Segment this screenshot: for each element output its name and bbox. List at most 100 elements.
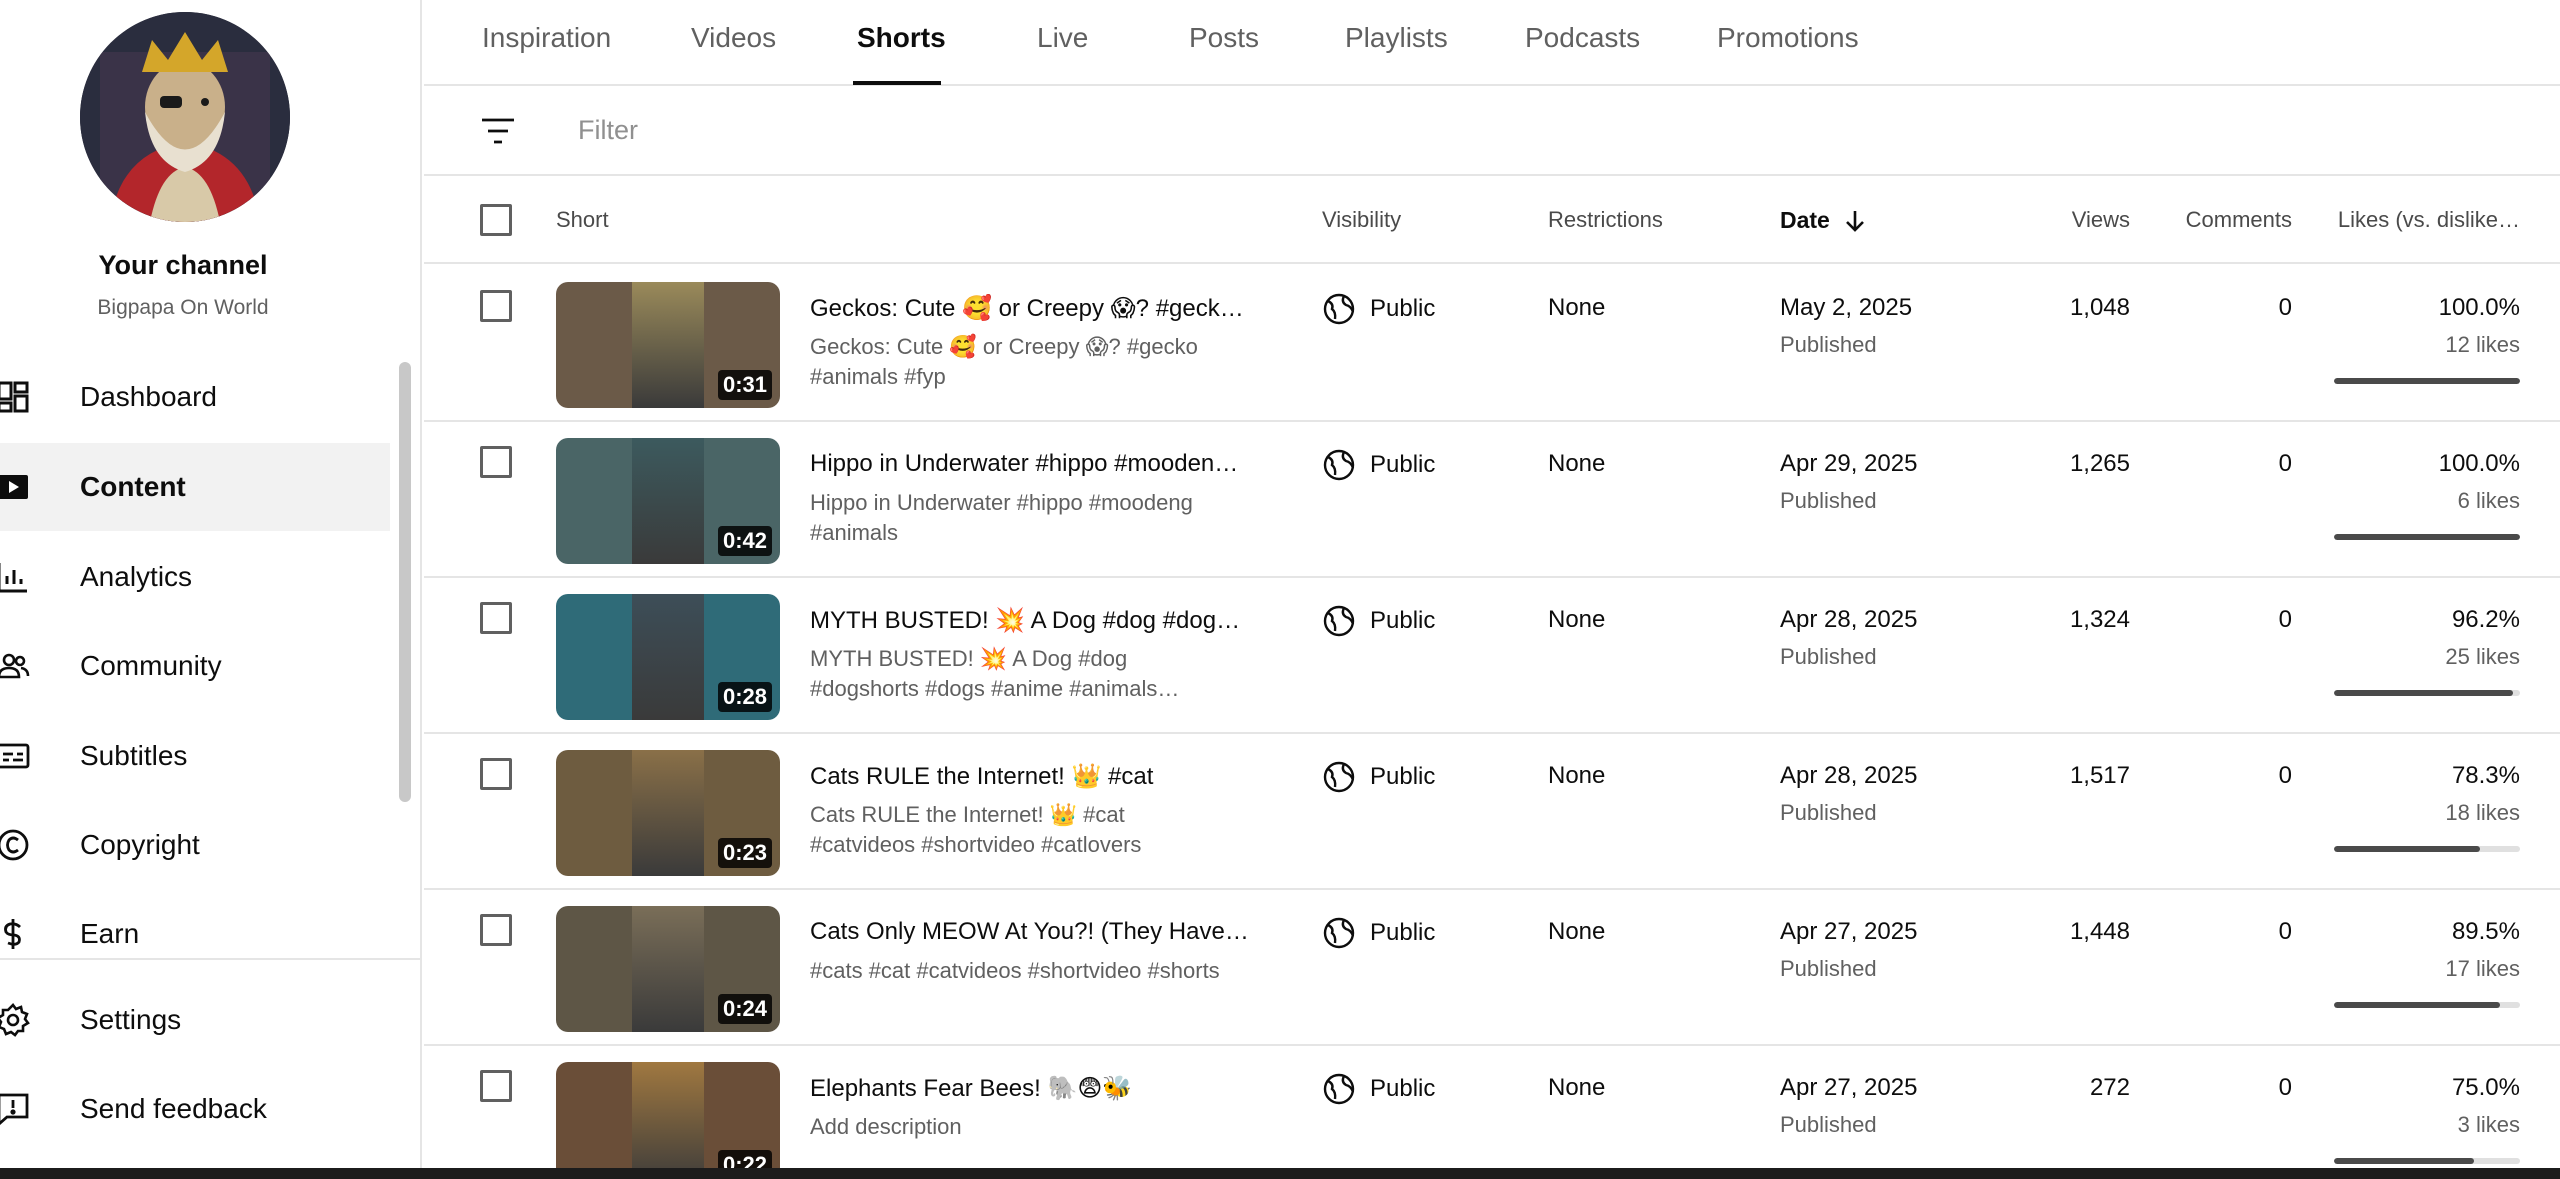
views-cell: 1,448 <box>2069 918 2130 945</box>
row-checkbox[interactable] <box>480 290 512 322</box>
likes-ratio-bar <box>2334 846 2520 852</box>
views-cell: 272 <box>2089 1074 2130 1101</box>
row-checkbox[interactable] <box>480 914 512 946</box>
tab-posts[interactable]: Posts <box>1189 22 1259 54</box>
visibility-cell[interactable]: Public <box>1322 292 1435 326</box>
row-checkbox[interactable] <box>480 1070 512 1102</box>
nav-label: Settings <box>80 1004 182 1035</box>
comments-cell: 0 <box>2278 918 2292 945</box>
tab-playlists[interactable]: Playlists <box>1345 22 1448 54</box>
table-row[interactable]: 0:24 Cats Only MEOW At You?! (They Have … <box>424 890 2560 1046</box>
short-title[interactable]: Geckos: Cute 🥰 or Creepy 😱? #geck… <box>810 294 1250 323</box>
likes-ratio-fill <box>2334 378 2520 384</box>
likes-percentage: 100.0% <box>2438 450 2520 477</box>
nav-label: Subtitles <box>80 740 188 771</box>
table-row[interactable]: 0:23 Cats RULE the Internet! 👑 #cat Cats… <box>424 734 2560 890</box>
nav-item-copyright[interactable]: Copyright <box>0 801 390 889</box>
short-description: Cats RULE the Internet! 👑 #cat #catvideo… <box>810 802 1142 857</box>
column-header-likes[interactable]: Likes (vs. dislike… <box>2338 207 2520 233</box>
column-header-restrictions: Restrictions <box>1548 207 1663 232</box>
tab-podcasts[interactable]: Podcasts <box>1525 22 1640 54</box>
filter-input[interactable] <box>578 110 1178 150</box>
likes-count: 12 likes <box>2445 332 2520 357</box>
nav-item-dashboard[interactable]: Dashboard <box>0 353 390 441</box>
nav-item-subtitles[interactable]: Subtitles <box>0 712 390 800</box>
row-checkbox[interactable] <box>480 446 512 478</box>
short-description: Hippo in Underwater #hippo #moodeng #ani… <box>810 490 1193 545</box>
table-row[interactable]: 0:42 Hippo in Underwater #hippo #mooden…… <box>424 422 2560 578</box>
globe-icon <box>1323 917 1355 949</box>
select-all-checkbox[interactable] <box>480 204 512 236</box>
visibility-cell[interactable]: Public <box>1322 604 1435 638</box>
visibility-cell[interactable]: Public <box>1322 448 1435 482</box>
short-thumbnail[interactable]: 0:24 <box>556 906 780 1032</box>
publish-status: Published <box>1780 1112 1877 1137</box>
visibility-label: Public <box>1370 1075 1436 1102</box>
channel-avatar[interactable] <box>80 12 290 222</box>
column-header-date[interactable]: Date <box>1780 207 1866 234</box>
views-cell: 1,517 <box>2069 762 2130 789</box>
date-cell: Apr 28, 2025 <box>1780 762 1918 789</box>
publish-status: Published <box>1780 644 1877 669</box>
views-cell: 1,048 <box>2069 294 2130 321</box>
short-thumbnail[interactable]: 0:42 <box>556 438 780 564</box>
short-title[interactable]: MYTH BUSTED! 💥 A Dog #dog #dogs… <box>810 606 1250 635</box>
table-row[interactable]: 0:22 Elephants Fear Bees! 🐘😨🐝 Add descri… <box>424 1046 2560 1179</box>
short-description: MYTH BUSTED! 💥 A Dog #dog #dogshorts #do… <box>810 646 1180 701</box>
tab-videos[interactable]: Videos <box>691 22 776 54</box>
likes-percentage: 96.2% <box>2451 606 2520 633</box>
tab-inspiration[interactable]: Inspiration <box>482 22 611 54</box>
copyright-icon <box>0 826 32 864</box>
globe-icon <box>1323 293 1355 325</box>
likes-percentage: 75.0% <box>2451 1074 2520 1101</box>
short-title[interactable]: Cats Only MEOW At You?! (They Have … <box>810 918 1250 946</box>
nav-label: Copyright <box>80 829 200 860</box>
nav-item-analytics[interactable]: Analytics <box>0 533 390 621</box>
comments-cell: 0 <box>2278 294 2292 321</box>
row-checkbox[interactable] <box>480 758 512 790</box>
nav-label: Community <box>80 650 222 681</box>
likes-count: 6 likes <box>2457 488 2520 513</box>
column-header-comments[interactable]: Comments <box>2186 207 2292 233</box>
visibility-cell[interactable]: Public <box>1322 760 1435 794</box>
short-thumbnail[interactable]: 0:23 <box>556 750 780 876</box>
row-checkbox[interactable] <box>480 602 512 634</box>
date-cell: Apr 28, 2025 <box>1780 606 1918 633</box>
restrictions-cell: None <box>1548 294 1606 321</box>
short-description: Geckos: Cute 🥰 or Creepy 😱? #gecko #anim… <box>810 334 1198 389</box>
tab-shorts[interactable]: Shorts <box>857 22 946 54</box>
table-row[interactable]: 0:31 Geckos: Cute 🥰 or Creepy 😱? #geck… … <box>424 266 2560 422</box>
likes-ratio-bar <box>2334 534 2520 540</box>
comments-cell: 0 <box>2278 450 2292 477</box>
filter-icon[interactable] <box>480 114 516 148</box>
comments-cell: 0 <box>2278 762 2292 789</box>
nav-item-send-feedback[interactable]: Send feedback <box>0 1065 390 1153</box>
duration-badge: 0:24 <box>717 994 772 1024</box>
thumbnail-image <box>632 438 704 564</box>
short-thumbnail[interactable]: 0:28 <box>556 594 780 720</box>
thumbnail-image <box>632 906 704 1032</box>
visibility-cell[interactable]: Public <box>1322 916 1435 950</box>
tab-live[interactable]: Live <box>1037 22 1088 54</box>
restrictions-cell: None <box>1548 606 1606 633</box>
nav-item-content[interactable]: Content <box>0 443 390 531</box>
column-header-views[interactable]: Views <box>2072 207 2130 233</box>
sidebar-scrollbar[interactable] <box>399 362 411 802</box>
nav-item-earn[interactable]: Earn <box>0 890 390 978</box>
tab-promotions[interactable]: Promotions <box>1717 22 1859 54</box>
table-header: Short Visibility Restrictions Date Views… <box>424 176 2560 264</box>
community-icon <box>0 647 32 685</box>
likes-count: 17 likes <box>2445 956 2520 981</box>
short-title[interactable]: Cats RULE the Internet! 👑 #cat <box>810 762 1250 791</box>
short-title[interactable]: Hippo in Underwater #hippo #mooden… <box>810 450 1250 478</box>
duration-badge: 0:28 <box>717 682 772 712</box>
likes-ratio-fill <box>2334 690 2513 696</box>
visibility-cell[interactable]: Public <box>1322 1072 1435 1106</box>
nav-item-community[interactable]: Community <box>0 622 390 710</box>
nav-item-settings[interactable]: Settings <box>0 976 390 1064</box>
table-row[interactable]: 0:28 MYTH BUSTED! 💥 A Dog #dog #dogs… MY… <box>424 578 2560 734</box>
short-thumbnail[interactable]: 0:31 <box>556 282 780 408</box>
short-title[interactable]: Elephants Fear Bees! 🐘😨🐝 <box>810 1074 1250 1103</box>
dollar-icon <box>0 915 32 953</box>
short-thumbnail[interactable]: 0:22 <box>556 1062 780 1179</box>
